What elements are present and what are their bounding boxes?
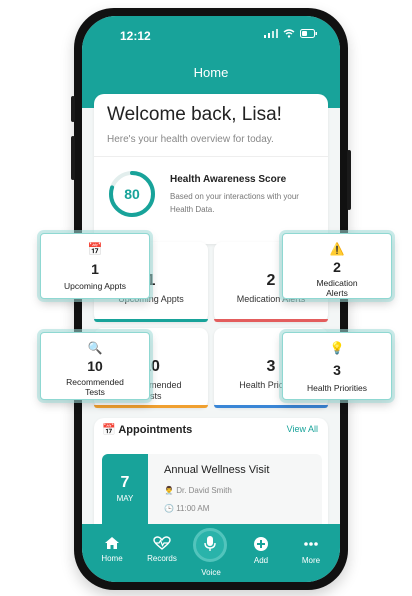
callout-value: 3 <box>333 362 341 378</box>
welcome-heading: Welcome back, Lisa! <box>107 104 282 125</box>
appointment-time: 11:00 AM <box>176 504 210 513</box>
plus-circle-icon <box>254 537 268 551</box>
appointment-month: MAY <box>116 494 134 503</box>
tile-accent-bar <box>214 319 328 322</box>
status-icons <box>264 29 318 38</box>
view-all-link[interactable]: View All <box>287 424 318 434</box>
tab-label: More <box>301 556 321 565</box>
tab-label: Add <box>253 556 269 565</box>
appointment-item[interactable]: 7 MAY Annual Wellness Visit 👨‍⚕️ Dr. Dav… <box>102 454 322 534</box>
callout-health-priorities: 💡 3 Health Priorities <box>282 332 392 400</box>
calendar-icon: 📅 <box>87 242 103 256</box>
more-dots-icon <box>304 542 318 546</box>
callout-value: 2 <box>333 259 341 275</box>
callout-label: Medication Alerts <box>316 278 358 298</box>
heartbeat-icon <box>153 536 171 550</box>
tab-home[interactable]: Home <box>87 536 137 563</box>
clock-icon: 🕒 <box>164 504 174 513</box>
appointment-day: 7 <box>120 474 130 491</box>
callout-value: 10 <box>87 358 103 374</box>
phone-mute-switch <box>71 96 75 122</box>
score-value: 80 <box>124 186 140 202</box>
magnifier-icon: 🔍 <box>87 341 103 355</box>
status-time: 12:12 <box>120 29 151 43</box>
callout-upcoming-appts: 📅 1 Upcoming Appts <box>40 233 150 299</box>
appointment-doctor: Dr. David Smith <box>176 486 232 495</box>
calendar-icon: 📅 <box>102 424 116 436</box>
callout-medication-alerts: ⚠️ 2 Medication Alerts <box>282 233 392 299</box>
welcome-card: Welcome back, Lisa! Here's your health o… <box>94 94 328 244</box>
tab-label: Home <box>101 554 123 563</box>
warning-icon: ⚠️ <box>329 242 345 256</box>
appointment-date-block: 7 MAY <box>102 454 148 534</box>
tile-accent-bar <box>94 405 208 408</box>
appointment-title: Annual Wellness Visit <box>164 464 270 476</box>
score-ring: 80 <box>109 171 155 217</box>
callout-recommended-tests: 🔍 10 Recommended Tests <box>40 332 150 400</box>
score-title: Health Awareness Score <box>170 174 287 185</box>
home-icon <box>105 537 119 549</box>
tab-more[interactable]: More <box>286 536 336 565</box>
microphone-icon <box>204 536 216 551</box>
doctor-icon: 👨‍⚕️ <box>164 486 174 495</box>
status-bar: 12:12 <box>82 16 340 58</box>
callout-label: Health Priorities <box>307 383 367 393</box>
appointments-card: 📅 Appointments View All 7 MAY Annual Wel… <box>94 418 328 538</box>
appointments-heading: 📅 Appointments <box>102 423 192 436</box>
tab-bar: Home Records Voice Add More <box>82 524 340 582</box>
app-screen: 12:12 Home Welcome back, Lisa! Here's yo… <box>82 16 340 582</box>
tab-label: Records <box>147 554 177 563</box>
tile-accent-bar <box>94 319 208 322</box>
welcome-subtitle: Here's your health overview for today. <box>107 134 274 145</box>
callout-label: Recommended Tests <box>66 377 124 397</box>
tab-add[interactable]: Add <box>236 536 286 565</box>
cellular-signal-icon <box>264 29 278 38</box>
voice-button[interactable] <box>193 528 227 562</box>
appointment-doctor-row: 👨‍⚕️ Dr. David Smith <box>164 486 232 495</box>
card-divider <box>94 156 328 157</box>
appointments-title: Appointments <box>118 424 193 436</box>
score-description: Based on your interactions with your Hea… <box>170 192 299 214</box>
phone-volume-up <box>71 136 75 180</box>
tab-voice-label: Voice <box>201 568 221 577</box>
callout-label: Upcoming Appts <box>64 281 126 291</box>
battery-icon <box>300 29 317 38</box>
callout-value: 1 <box>91 261 99 277</box>
wifi-icon <box>283 29 295 38</box>
appointment-time-row: 🕒 11:00 AM <box>164 504 209 513</box>
lightbulb-icon: 💡 <box>329 341 345 355</box>
tile-accent-bar <box>214 405 328 408</box>
tab-records[interactable]: Records <box>137 536 187 563</box>
phone-power-button <box>347 150 351 210</box>
